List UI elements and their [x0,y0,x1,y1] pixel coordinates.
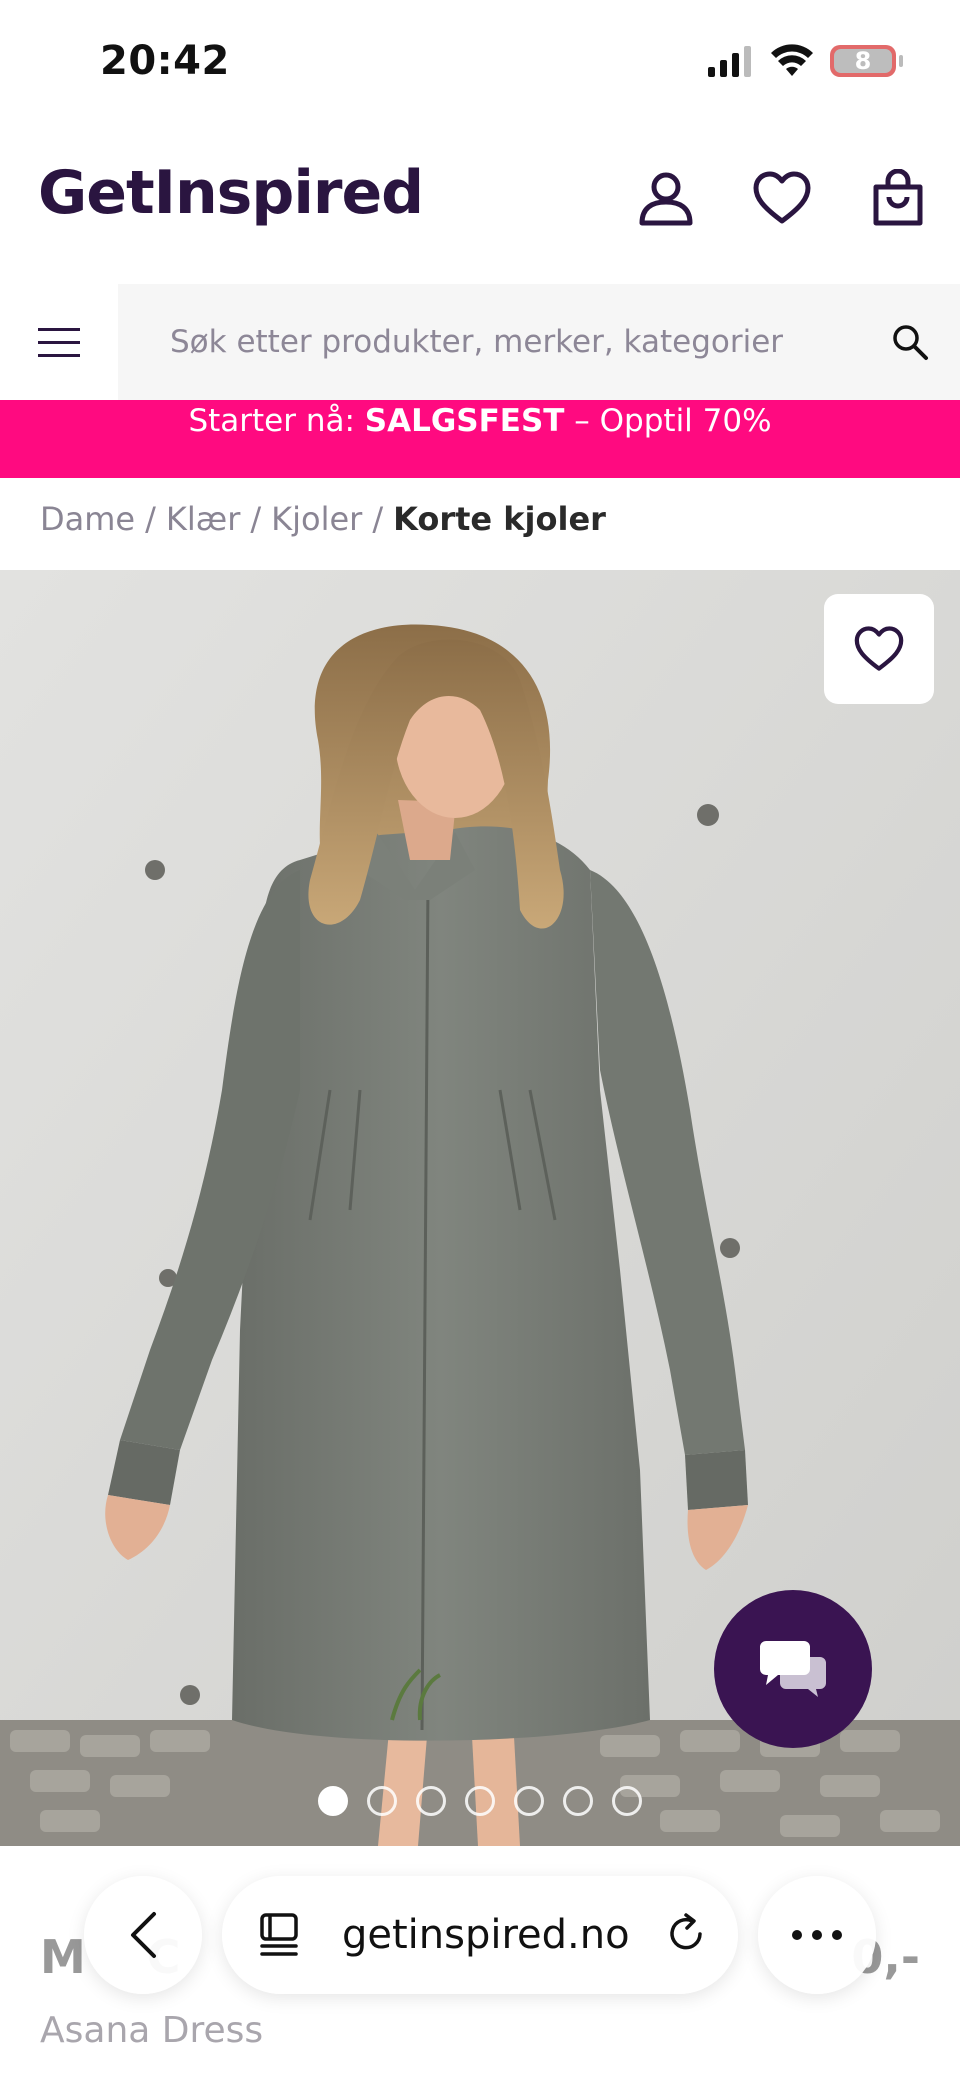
breadcrumb-current: Korte kjoler [393,500,606,538]
wishlist-button[interactable] [752,168,812,228]
tabs-icon [260,1913,298,1956]
bag-icon [873,169,923,226]
status-bar: 20:42 8 [0,0,960,120]
browser-more-button[interactable] [758,1876,876,1994]
account-icon [639,172,693,226]
chat-button[interactable] [714,1590,872,1748]
chevron-left-icon [131,1912,156,1958]
promo-highlight: SALGSFEST [364,403,565,439]
chat-icon [760,1641,826,1697]
browser-toolbar: getinspired.no [0,1846,960,2022]
breadcrumb-link-dame[interactable]: Dame [40,500,135,538]
wifi-icon [771,44,813,76]
promo-banner[interactable]: Starter nå: SALGSFEST – Opptil 70% [0,400,960,478]
gallery-pagination [318,1786,642,1816]
gallery-dot[interactable] [367,1786,397,1816]
header-actions [636,168,928,228]
browser-url: getinspired.no [342,1912,630,1958]
promo-suffix: – Opptil 70% [564,403,772,439]
gallery-dot[interactable] [563,1786,593,1816]
search-input[interactable] [118,284,960,400]
browser-address-bar[interactable]: getinspired.no [222,1876,738,1994]
gallery-dot[interactable] [465,1786,495,1816]
search-field [118,284,960,400]
account-button[interactable] [636,168,696,228]
cart-button[interactable] [868,168,928,228]
status-icons: 8 [706,44,903,78]
breadcrumb: Dame / Klær / Kjoler / Korte kjoler [40,500,606,538]
heart-icon [854,626,904,671]
promo-prefix: Starter nå: [188,403,365,439]
breadcrumb-separator: / [372,500,384,538]
reload-icon[interactable] [664,1912,708,1956]
gallery-dot[interactable] [514,1786,544,1816]
browser-back-button[interactable] [84,1876,202,1994]
breadcrumb-separator: / [250,500,262,538]
battery-level: 8 [854,47,872,75]
product-wishlist-button[interactable] [824,594,934,704]
menu-button[interactable] [0,284,118,400]
battery-icon: 8 [830,45,903,77]
site-header: GetInspired [0,120,960,284]
ellipsis-icon [792,1930,842,1940]
search-icon[interactable] [890,322,930,362]
gallery-dot[interactable] [612,1786,642,1816]
gallery-dot[interactable] [318,1786,348,1816]
site-logo[interactable]: GetInspired [38,158,424,228]
heart-icon [753,171,811,224]
status-time: 20:42 [100,38,230,84]
search-bar [0,284,960,400]
signal-icon [708,46,751,77]
breadcrumb-separator: / [145,500,156,538]
breadcrumb-link-kjoler[interactable]: Kjoler [271,500,362,538]
gallery-dot[interactable] [416,1786,446,1816]
breadcrumb-link-klaer[interactable]: Klær [166,500,240,538]
product-image-gallery[interactable] [0,570,960,1846]
hamburger-icon [38,328,80,357]
